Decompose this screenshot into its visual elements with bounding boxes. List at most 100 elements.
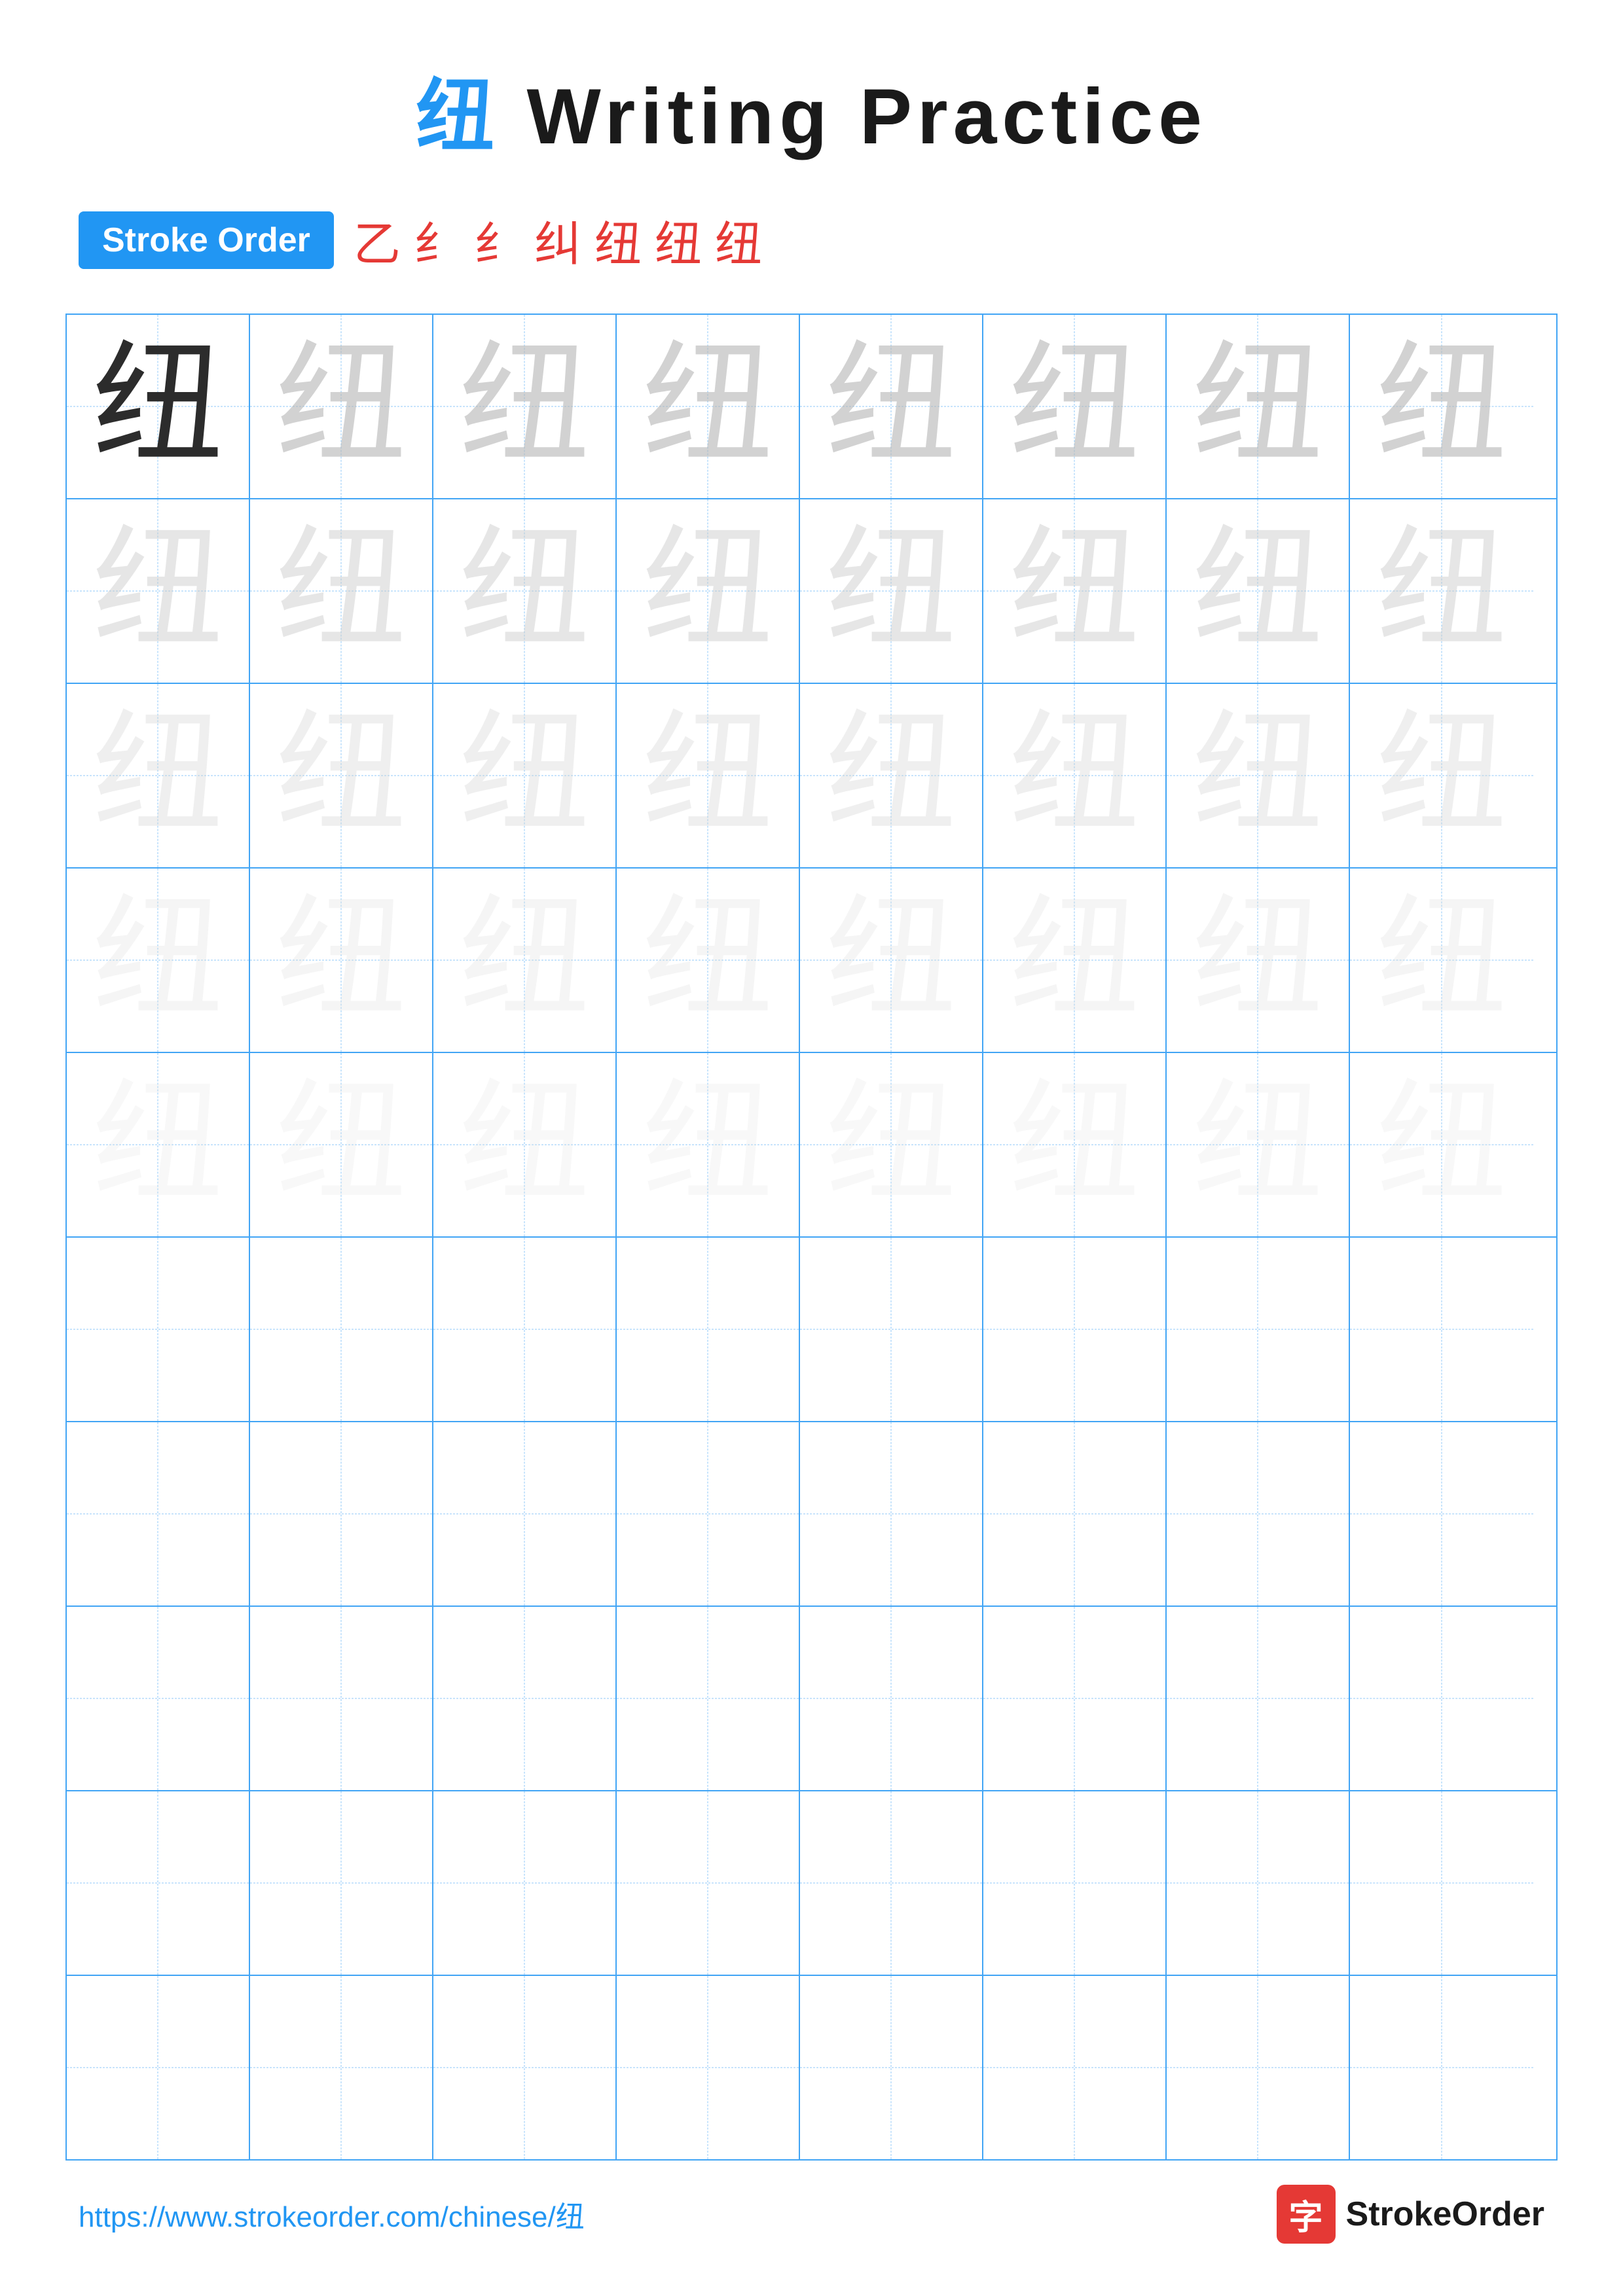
stroke-3: 纟 (474, 206, 521, 274)
grid-cell[interactable] (617, 1791, 800, 1975)
grid-cell[interactable] (1350, 1238, 1533, 1421)
grid-cell: 纽 (617, 499, 800, 683)
grid-cell[interactable] (250, 1976, 433, 2159)
grid-cell: 纽 (1167, 1053, 1350, 1236)
footer-logo-icon: 字 (1277, 2185, 1336, 2244)
grid-cell[interactable] (1350, 1791, 1533, 1975)
grid-cell: 纽 (1167, 684, 1350, 867)
grid-row-9 (67, 1791, 1556, 1976)
grid-cell: 纽 (67, 499, 250, 683)
grid-row-6 (67, 1238, 1556, 1422)
grid-cell: 纽 (800, 315, 983, 498)
footer-logo-text: StrokeOrder (1346, 2195, 1544, 2234)
grid-row-1: 纽 纽 纽 纽 纽 纽 纽 纽 (67, 315, 1556, 499)
grid-cell: 纽 (800, 499, 983, 683)
grid-row-7 (67, 1422, 1556, 1607)
grid-cell[interactable] (1350, 1422, 1533, 1605)
grid-cell: 纽 (67, 1053, 250, 1236)
grid-cell: 纽 (67, 684, 250, 867)
stroke-6: 纽 (655, 206, 702, 274)
grid-cell[interactable] (983, 1607, 1167, 1790)
grid-row-3: 纽 纽 纽 纽 纽 纽 纽 纽 (67, 684, 1556, 869)
grid-cell[interactable] (983, 1238, 1167, 1421)
grid-cell[interactable] (617, 1607, 800, 1790)
grid-cell: 纽 (250, 684, 433, 867)
grid-cell[interactable] (983, 1791, 1167, 1975)
grid-cell: 纽 (617, 869, 800, 1052)
grid-row-5: 纽 纽 纽 纽 纽 纽 纽 纽 (67, 1053, 1556, 1238)
grid-cell[interactable] (1167, 1422, 1350, 1605)
grid-cell[interactable] (800, 1607, 983, 1790)
grid-cell[interactable] (67, 1791, 250, 1975)
grid-cell: 纽 (1167, 499, 1350, 683)
grid-cell: 纽 (983, 684, 1167, 867)
grid-cell[interactable] (617, 1422, 800, 1605)
grid-cell[interactable] (250, 1791, 433, 1975)
stroke-2: 纟 (414, 206, 461, 274)
grid-cell[interactable] (67, 1238, 250, 1421)
grid-cell[interactable] (617, 1238, 800, 1421)
grid-row-4: 纽 纽 纽 纽 纽 纽 纽 纽 (67, 869, 1556, 1053)
grid-row-8 (67, 1607, 1556, 1791)
grid-cell: 纽 (800, 684, 983, 867)
stroke-1: 乙 (354, 206, 401, 274)
stroke-5: 纽 (594, 206, 642, 274)
stroke-sequence: 乙 纟 纟 纠 纽 纽 纽 (354, 206, 762, 274)
grid-cell[interactable] (67, 1422, 250, 1605)
grid-cell[interactable] (1167, 1976, 1350, 2159)
grid-cell: 纽 (250, 869, 433, 1052)
footer-url[interactable]: https://www.strokeorder.com/chinese/纽 (79, 2193, 585, 2235)
title-english: Writing Practice (500, 73, 1207, 160)
grid-cell[interactable] (250, 1607, 433, 1790)
grid-cell: 纽 (433, 869, 617, 1052)
grid-cell[interactable] (983, 1422, 1167, 1605)
stroke-order-badge: Stroke Order (79, 211, 334, 269)
grid-cell: 纽 (1167, 869, 1350, 1052)
grid-cell[interactable] (1350, 1976, 1533, 2159)
grid-cell: 纽 (1350, 1053, 1533, 1236)
grid-row-10 (67, 1976, 1556, 2159)
grid-cell: 纽 (1350, 869, 1533, 1052)
grid-cell[interactable] (433, 1422, 617, 1605)
grid-cell: 纽 (1167, 315, 1350, 498)
grid-cell[interactable] (1350, 1607, 1533, 1790)
grid-cell: 纽 (67, 869, 250, 1052)
grid-cell[interactable] (1167, 1791, 1350, 1975)
grid-cell[interactable] (1167, 1607, 1350, 1790)
grid-cell: 纽 (983, 499, 1167, 683)
grid-cell: 纽 (433, 499, 617, 683)
grid-cell: 纽 (800, 869, 983, 1052)
grid-cell[interactable] (433, 1238, 617, 1421)
grid-cell: 纽 (617, 1053, 800, 1236)
grid-cell[interactable] (433, 1607, 617, 1790)
grid-cell[interactable] (250, 1422, 433, 1605)
grid-cell[interactable] (800, 1238, 983, 1421)
grid-row-2: 纽 纽 纽 纽 纽 纽 纽 纽 (67, 499, 1556, 684)
title-char: 纽 (416, 73, 500, 160)
grid-cell: 纽 (617, 315, 800, 498)
footer: https://www.strokeorder.com/chinese/纽 字 … (0, 2185, 1623, 2244)
grid-cell[interactable] (433, 1791, 617, 1975)
grid-cell[interactable] (1167, 1238, 1350, 1421)
grid-cell: 纽 (250, 499, 433, 683)
grid-cell: 纽 (800, 1053, 983, 1236)
grid-cell: 纽 (983, 315, 1167, 498)
grid-cell[interactable] (433, 1976, 617, 2159)
grid-cell: 纽 (1350, 499, 1533, 683)
page-title: 纽 Writing Practice (0, 0, 1623, 166)
grid-cell: 纽 (1350, 684, 1533, 867)
practice-grid: 纽 纽 纽 纽 纽 纽 纽 纽 纽 纽 纽 纽 纽 纽 纽 纽 纽 纽 纽 纽 … (65, 314, 1558, 2161)
grid-cell[interactable] (983, 1976, 1167, 2159)
grid-cell[interactable] (800, 1791, 983, 1975)
stroke-7: 纽 (715, 206, 762, 274)
grid-cell[interactable] (250, 1238, 433, 1421)
grid-cell[interactable] (67, 1607, 250, 1790)
footer-logo: 字 StrokeOrder (1277, 2185, 1544, 2244)
grid-cell[interactable] (617, 1976, 800, 2159)
grid-cell[interactable] (800, 1976, 983, 2159)
stroke-4: 纠 (534, 206, 581, 274)
grid-cell[interactable] (800, 1422, 983, 1605)
grid-cell[interactable] (67, 1976, 250, 2159)
grid-cell: 纽 (1350, 315, 1533, 498)
grid-cell: 纽 (250, 1053, 433, 1236)
